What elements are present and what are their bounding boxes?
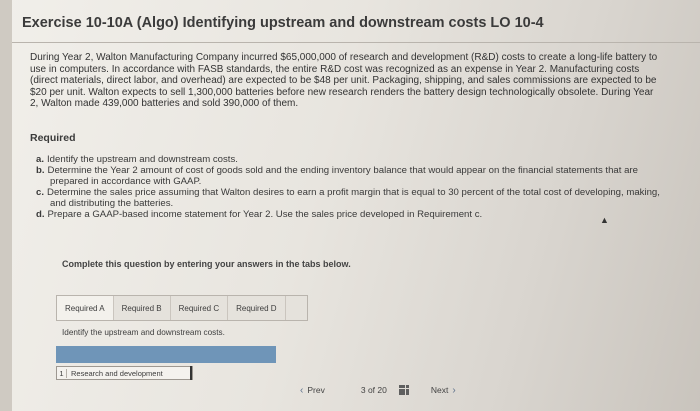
tab-required-d[interactable]: Required D [228, 296, 286, 320]
problem-intro: During Year 2, Walton Manufacturing Comp… [30, 52, 658, 110]
tab-required-a[interactable]: Required A [57, 296, 114, 320]
requirement-item: d. Prepare a GAAP-based income statement … [36, 209, 676, 220]
requirement-item: a. Identify the upstream and downstream c… [36, 154, 676, 165]
tab-instructions: Complete this question by entering your … [62, 259, 351, 269]
next-button[interactable]: Next › [431, 385, 456, 396]
row-label: Research and development [71, 368, 163, 378]
answer-table-header [56, 346, 276, 363]
requirement-letter: c. [36, 187, 45, 198]
requirement-item: b. Determine the Year 2 amount of cost of… [36, 165, 676, 187]
exercise-title: Exercise 10-10A (Algo) Identifying upstr… [22, 15, 544, 31]
requirement-tabs: Required A Required B Required C Require… [56, 295, 308, 321]
title-divider [12, 42, 700, 43]
tab-required-c[interactable]: Required C [171, 296, 229, 320]
mouse-cursor-icon: ▲ [600, 215, 609, 225]
requirement-letter: a. [36, 154, 45, 165]
requirement-text: Prepare a GAAP-based income statement fo… [47, 209, 483, 220]
prev-label: Prev [307, 385, 325, 395]
page-of: of [367, 385, 376, 395]
tab-required-b[interactable]: Required B [114, 296, 171, 320]
grid-icon[interactable] [398, 385, 409, 395]
chevron-right-icon: › [452, 384, 456, 396]
page-current: 3 [360, 385, 366, 395]
requirements-list: a. Identify the upstream and downstream c… [36, 154, 676, 220]
requirement-text: Determine the Year 2 amount of cost of g… [47, 165, 638, 187]
left-edge-strip [0, 0, 12, 411]
required-heading: Required [30, 132, 76, 144]
answer-input-caret[interactable] [190, 366, 192, 380]
chevron-left-icon: ‹ [300, 384, 304, 396]
table-row: 1 Research and development [56, 366, 193, 380]
tab-prompt: Identify the upstream and downstream cos… [62, 328, 225, 337]
page-counter: 3 of 20 [361, 385, 387, 395]
requirement-letter: b. [36, 165, 45, 176]
page-total: 20 [377, 385, 387, 395]
question-navigation: ‹ Prev 3 of 20 Next › [300, 380, 456, 400]
requirement-letter: d. [36, 209, 45, 220]
requirement-text: Determine the sales price assuming that … [47, 187, 660, 209]
requirement-item: c. Determine the sales price assuming tha… [36, 187, 676, 209]
row-number: 1 [57, 368, 67, 378]
next-label: Next [430, 385, 449, 395]
prev-button[interactable]: ‹ Prev [300, 385, 325, 396]
requirement-text: Identify the upstream and downstream cos… [47, 154, 238, 165]
